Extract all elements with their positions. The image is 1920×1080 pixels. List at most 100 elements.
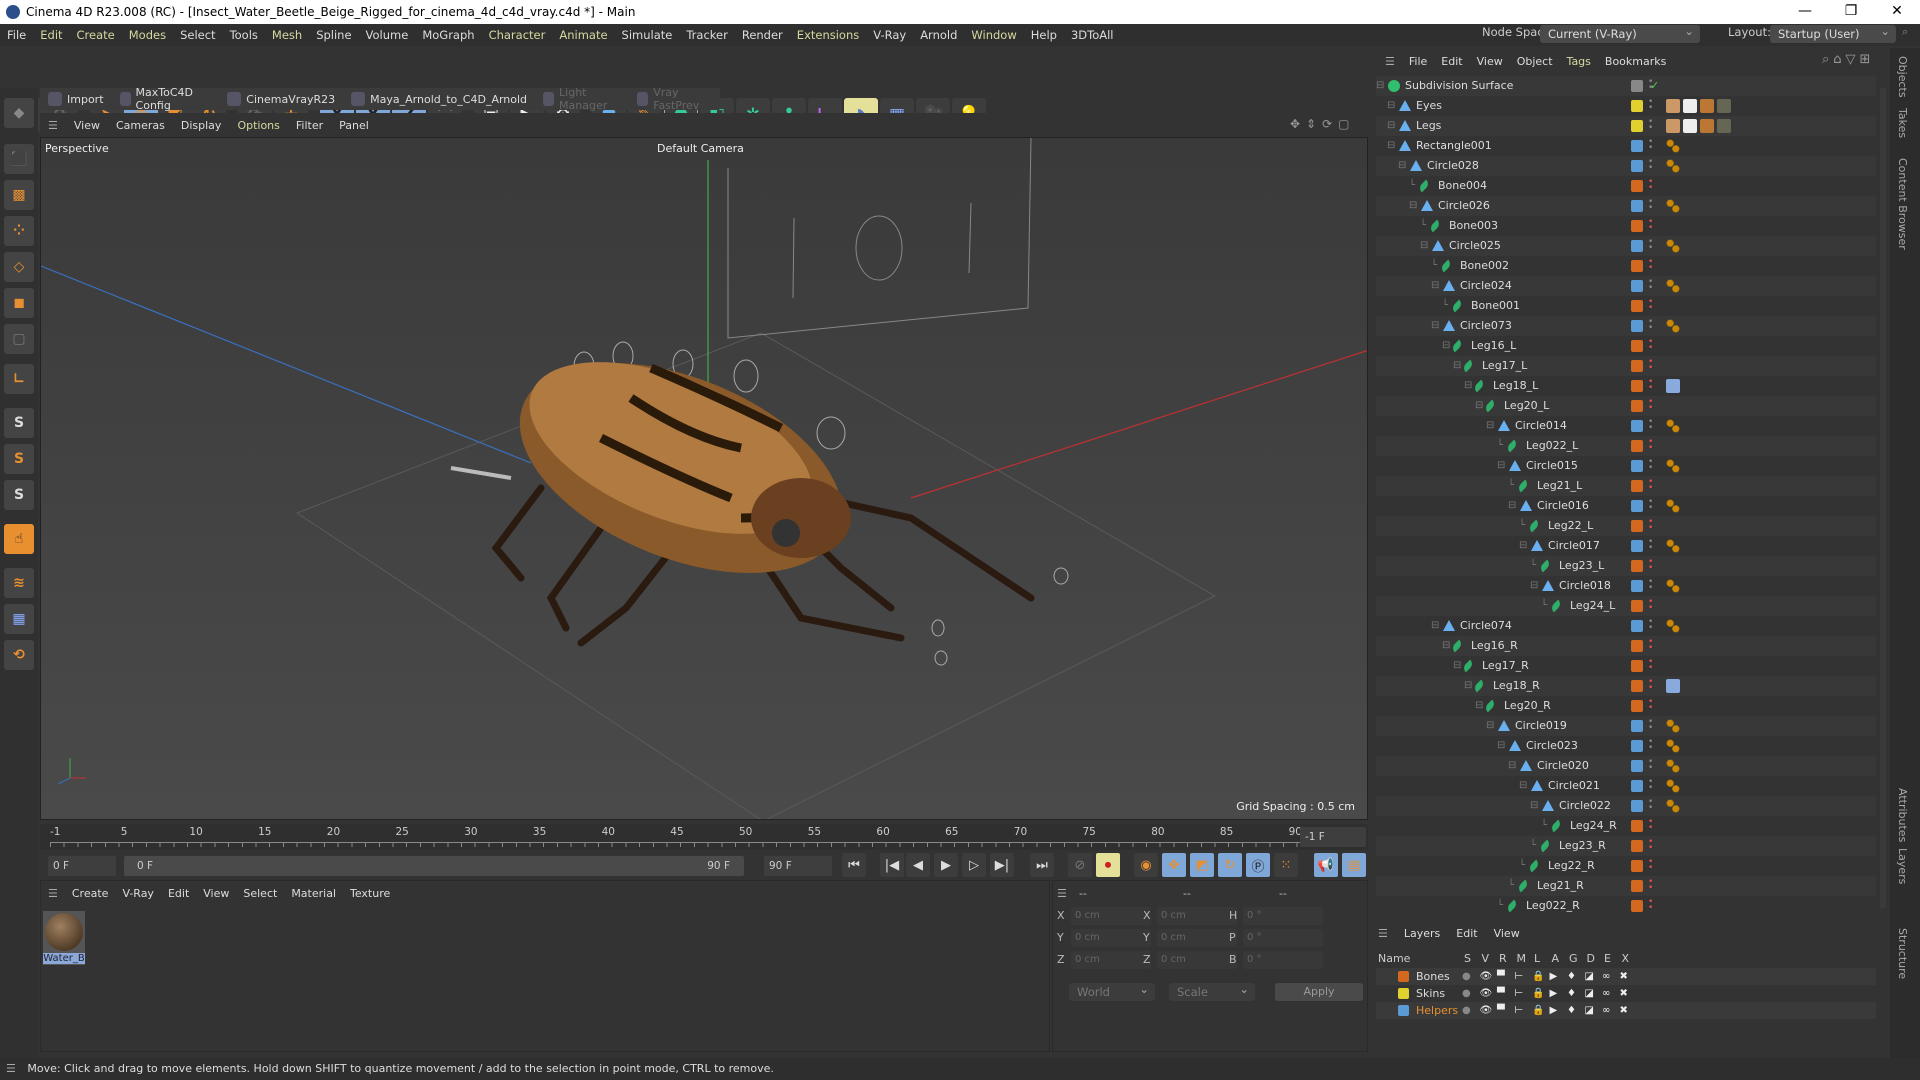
layer-visible-toggle-icon[interactable]: 👁 — [1480, 985, 1493, 1002]
auto-keying-icon[interactable]: ⏺ — [1096, 853, 1120, 877]
object-row-circle014[interactable]: ⊟ Circle014 • • — [1376, 416, 1876, 436]
layer-column-d[interactable]: D — [1587, 952, 1595, 965]
object-row-circle017[interactable]: ⊟ Circle017 • • — [1376, 536, 1876, 556]
layer-solo-toggle-icon[interactable]: ● — [1462, 1002, 1471, 1019]
layer-solo-toggle-icon[interactable]: ● — [1462, 968, 1471, 985]
layer-menu-icon[interactable]: ☰ — [1378, 927, 1396, 940]
object-row-leg23_r[interactable]: └ Leg23_R • • — [1376, 836, 1876, 856]
plugin-vray-fastprev[interactable]: Vray FastPrev — [637, 86, 712, 112]
layer-manager-toggle-icon[interactable]: ⊢ — [1515, 968, 1524, 985]
layer-color-swatch[interactable] — [1631, 480, 1643, 492]
layer-color-swatch[interactable] — [1631, 720, 1643, 732]
keyframe-selection-icon[interactable]: ◉ — [1134, 853, 1158, 877]
size-y-field[interactable]: 0 cm — [1157, 929, 1237, 947]
visibility-dots-icon[interactable]: • • — [1648, 578, 1653, 593]
menu-tracker[interactable]: Tracker — [679, 28, 735, 42]
coordinate-mode-dropdown[interactable]: World — [1069, 980, 1155, 1001]
layer-color-swatch[interactable] — [1631, 220, 1643, 232]
material-item[interactable]: Water_B — [43, 911, 85, 965]
previous-frame-icon[interactable]: ◀ — [906, 853, 930, 877]
layer-color-swatch[interactable] — [1631, 860, 1643, 872]
layer-column-l[interactable]: L — [1534, 952, 1540, 965]
layer-color-swatch[interactable] — [1631, 620, 1643, 632]
layer-column-a[interactable]: A — [1552, 952, 1560, 965]
visibility-dots-icon[interactable]: • • — [1648, 138, 1653, 153]
layer-xref-toggle-icon[interactable]: ✖ — [1620, 985, 1628, 1002]
viewport-menu-icon[interactable]: ☰ — [40, 119, 66, 132]
checker-tag-icon[interactable] — [1683, 99, 1697, 113]
side-tab-content-browser[interactable]: Content Browser — [1896, 158, 1909, 250]
layer-visible-toggle-icon[interactable]: 👁 — [1480, 968, 1493, 985]
tree-expand-icon[interactable]: ⊟ — [1398, 156, 1410, 171]
menu-simulate[interactable]: Simulate — [615, 28, 680, 42]
layer-color-swatch[interactable] — [1631, 280, 1643, 292]
make-editable-icon[interactable]: ◆ — [4, 98, 34, 128]
constraint-tag-icon[interactable] — [1666, 459, 1680, 473]
layer-color-swatch[interactable] — [1631, 900, 1643, 912]
object-row-leg20_r[interactable]: ⊟ Leg20_R • • — [1376, 696, 1876, 716]
layer-expressions-toggle-icon[interactable]: ∞ — [1602, 1002, 1610, 1019]
object-row-leg21_r[interactable]: └ Leg21_R • • — [1376, 876, 1876, 896]
material-menu-view[interactable]: View — [196, 887, 236, 900]
model-mode-icon[interactable]: ⬛ — [4, 144, 34, 174]
size-mode-dropdown[interactable]: Scale — [1169, 980, 1255, 1001]
constraint-tag-icon[interactable] — [1666, 799, 1680, 813]
object-row-leg17_r[interactable]: ⊟ Leg17_R • • — [1376, 656, 1876, 676]
layer-color-swatch[interactable] — [1398, 1005, 1409, 1016]
material-menu-edit[interactable]: Edit — [161, 887, 196, 900]
visibility-dots-icon[interactable]: • • — [1648, 338, 1653, 353]
layer-row-helpers[interactable]: Helpers ● 👁 ▀ ⊢ 🔒 ▶ ♦ ◪ ∞ ✖ — [1376, 1002, 1876, 1019]
constraint-tag-icon[interactable] — [1666, 239, 1680, 253]
layer-column-x[interactable]: X — [1622, 952, 1630, 965]
edges-mode-icon[interactable]: ◇ — [4, 252, 34, 282]
node-space-dropdown[interactable]: Current (V-Ray) — [1540, 22, 1700, 43]
layer-color-swatch[interactable] — [1631, 200, 1643, 212]
tree-expand-icon[interactable]: ⊟ — [1387, 116, 1399, 131]
object-row-leg24_r[interactable]: └ Leg24_R • • — [1376, 816, 1876, 836]
position-z-field[interactable]: 0 cm — [1071, 951, 1151, 969]
weight-tag-icon[interactable] — [1700, 99, 1714, 113]
visibility-dots-icon[interactable]: • • — [1648, 798, 1653, 813]
layer-deformers-toggle-icon[interactable]: ◪ — [1585, 1002, 1594, 1019]
visibility-dots-icon[interactable]: • • — [1648, 618, 1653, 633]
visibility-dots-icon[interactable]: • • — [1648, 358, 1653, 373]
object-row-circle023[interactable]: ⊟ Circle023 • • — [1376, 736, 1876, 756]
plugin-cinemavrayr23[interactable]: CinemaVrayR23 — [227, 92, 335, 106]
layer-color-swatch[interactable] — [1631, 380, 1643, 392]
visibility-dots-icon[interactable]: • • — [1648, 698, 1653, 713]
tree-expand-icon[interactable]: ⊟ — [1486, 416, 1498, 431]
viewport-menu-options[interactable]: Options — [229, 119, 287, 132]
timeline-ruler[interactable]: -1 5 10 15 20 25 30 35 40 45 50 55 60 65 70 75 80 85 90 — [40, 824, 1368, 850]
tree-expand-icon[interactable]: ⊟ — [1486, 716, 1498, 731]
status-menu-icon[interactable]: ☰ — [6, 1062, 16, 1075]
menu-spline[interactable]: Spline — [309, 28, 358, 42]
layer-color-swatch[interactable] — [1631, 700, 1643, 712]
object-row-circle019[interactable]: ⊟ Circle019 • • — [1376, 716, 1876, 736]
layer-color-swatch[interactable] — [1631, 560, 1643, 572]
start-frame-field[interactable]: 0 F — [48, 856, 116, 876]
go-to-end-icon[interactable]: ⏭ — [1030, 853, 1054, 877]
viewport-nav-icons[interactable]: ✥⇕⟳▢ — [1290, 117, 1356, 131]
menu-modes[interactable]: Modes — [122, 28, 173, 42]
menu-arnold[interactable]: Arnold — [913, 28, 964, 42]
layer-color-swatch[interactable] — [1631, 120, 1643, 132]
points-mode-icon[interactable]: ⁘ — [4, 216, 34, 246]
visibility-dots-icon[interactable]: • • — [1648, 298, 1653, 313]
viewport-menu-filter[interactable]: Filter — [288, 119, 331, 132]
object-row-circle073[interactable]: ⊟ Circle073 • • — [1376, 316, 1876, 336]
polygons-mode-icon[interactable]: ◼ — [4, 288, 34, 318]
layer-expressions-toggle-icon[interactable]: ∞ — [1602, 985, 1610, 1002]
menu-mesh[interactable]: Mesh — [265, 28, 309, 42]
layer-color-swatch[interactable] — [1631, 80, 1643, 92]
object-row-bone002[interactable]: └ Bone002 • • — [1376, 256, 1876, 276]
visibility-dots-icon[interactable]: • • — [1648, 378, 1653, 393]
constraint-tag-icon[interactable] — [1666, 759, 1680, 773]
visibility-dots-icon[interactable]: • • — [1648, 878, 1653, 893]
material-menu-vray[interactable]: V-Ray — [115, 887, 161, 900]
layer-color-swatch[interactable] — [1631, 680, 1643, 692]
visibility-dots-icon[interactable]: • • — [1648, 538, 1653, 553]
tree-expand-icon[interactable]: ⊟ — [1519, 536, 1531, 551]
timeline-window-icon[interactable]: ▤ — [1342, 853, 1366, 877]
menu-window[interactable]: Window — [964, 28, 1023, 42]
viewport-menu-display[interactable]: Display — [173, 119, 230, 132]
